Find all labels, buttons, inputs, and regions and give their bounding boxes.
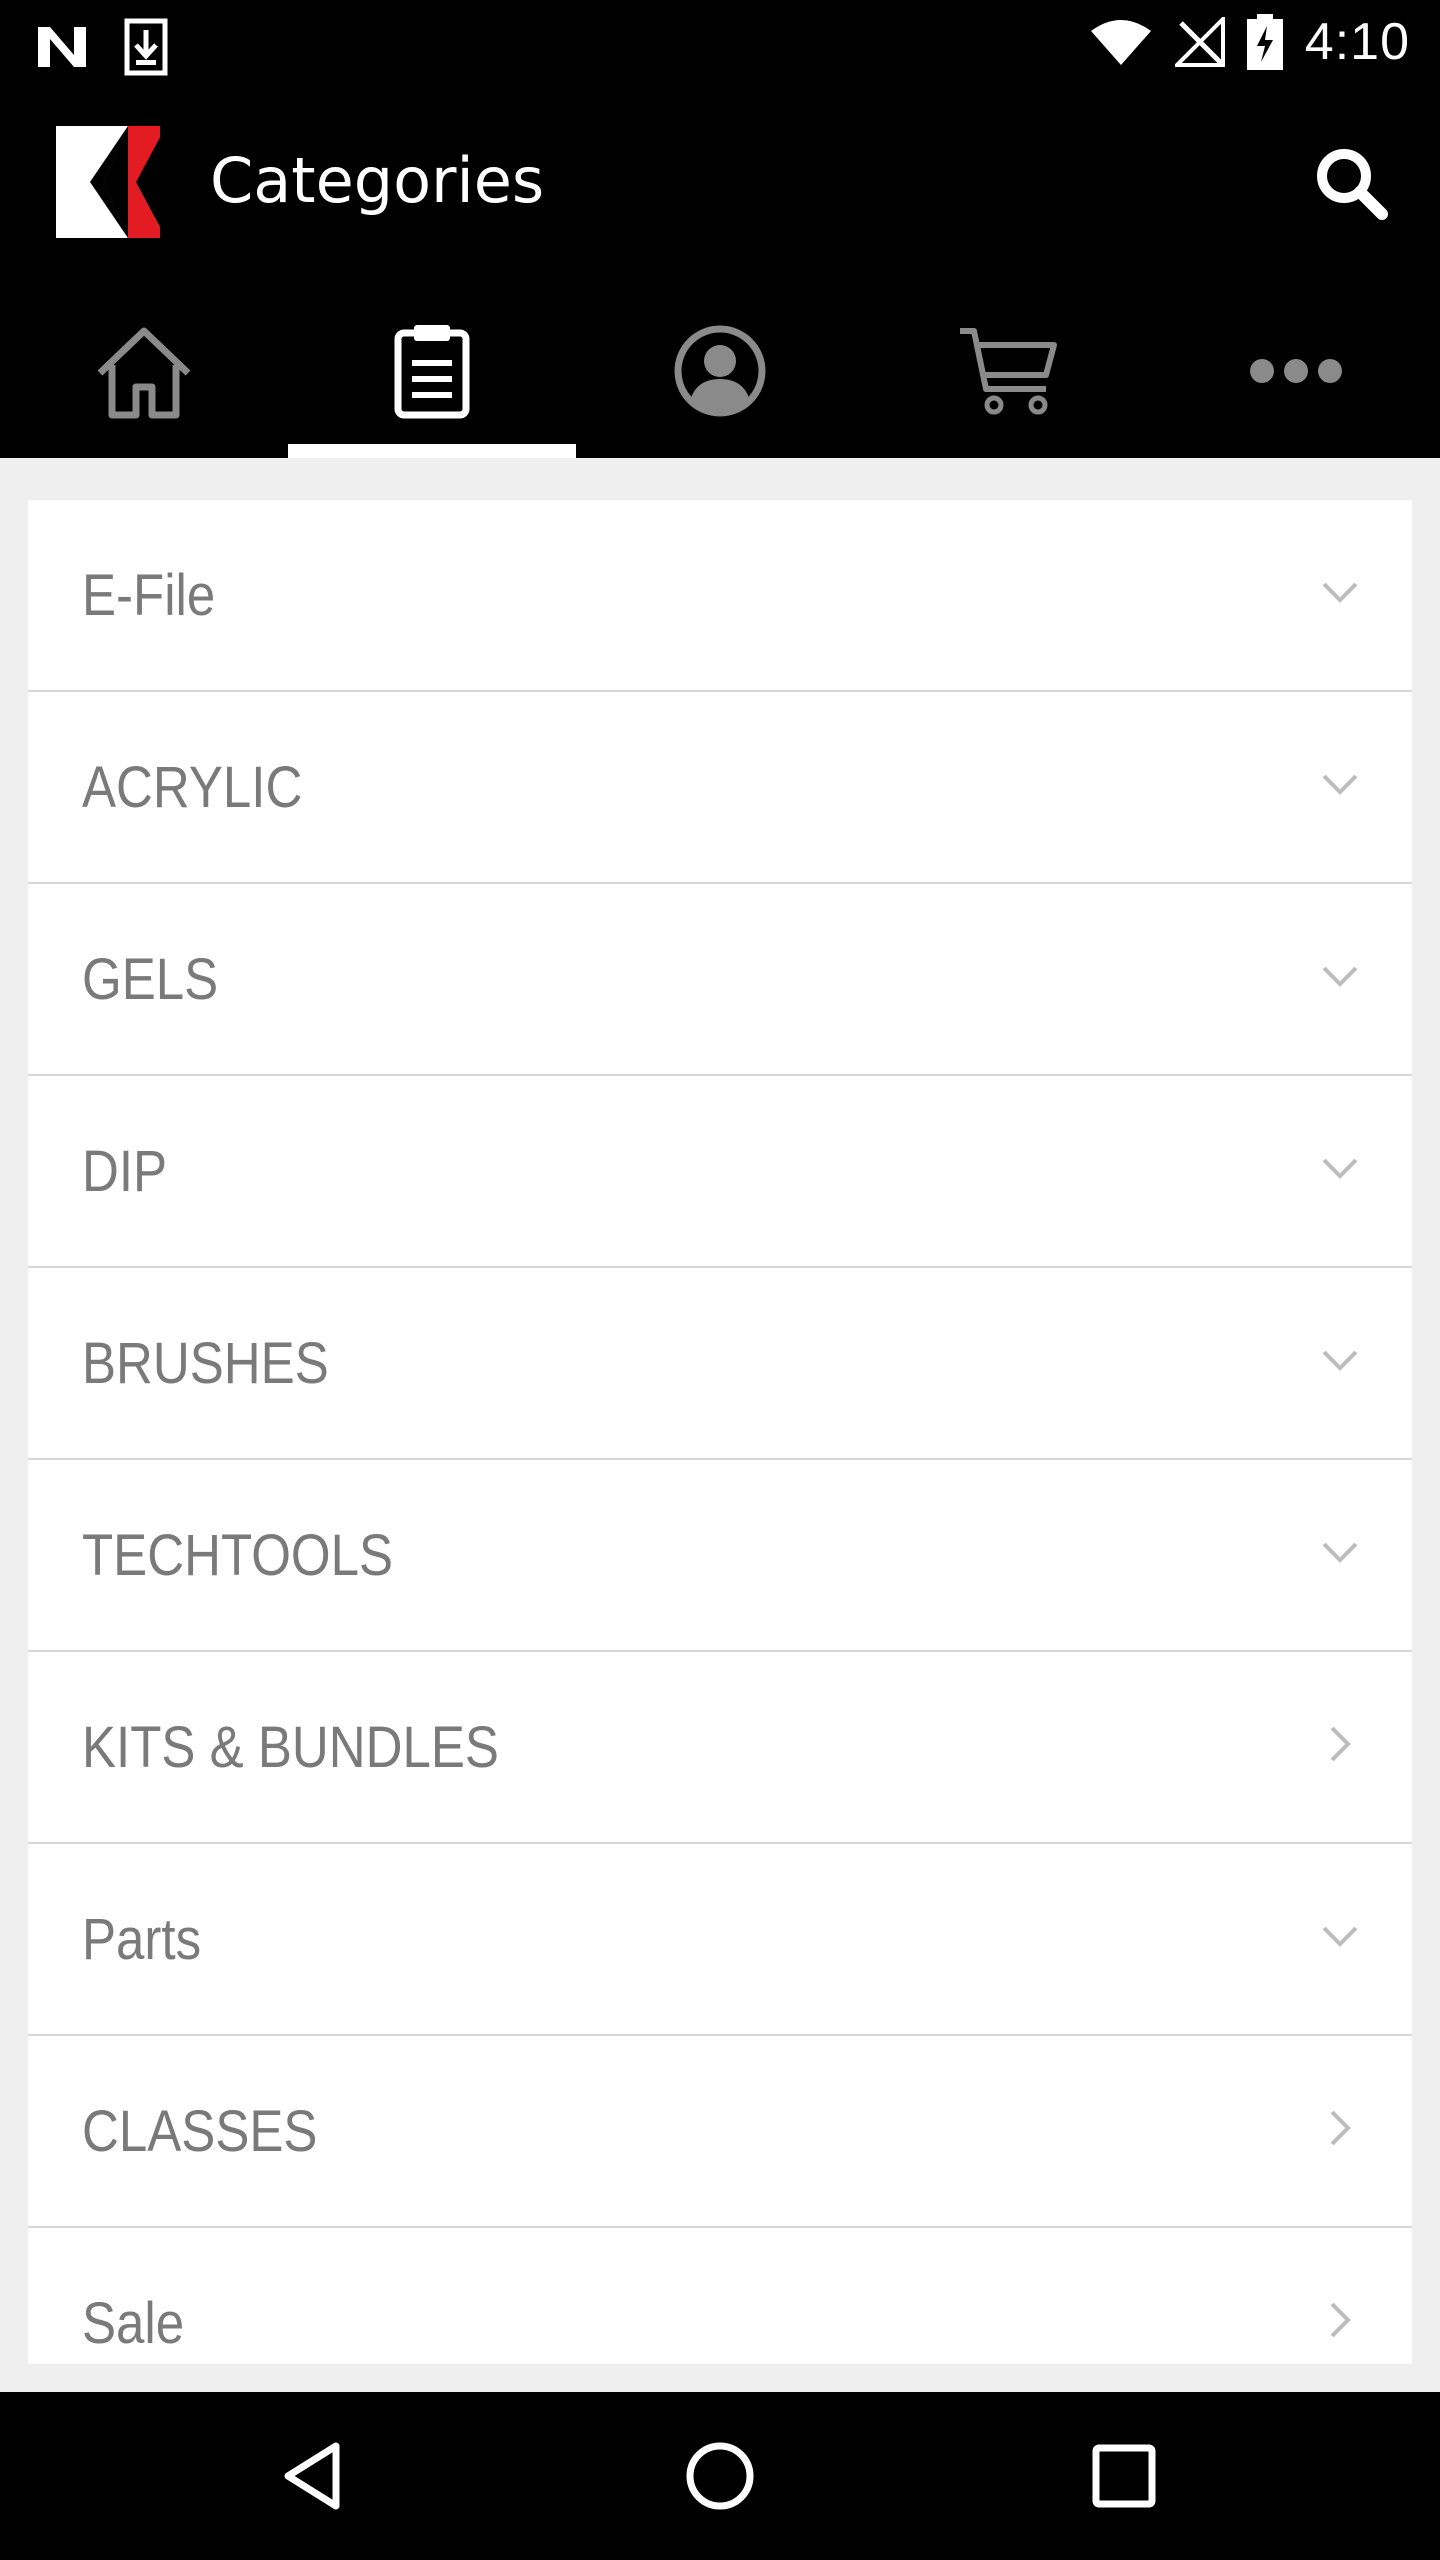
- home-icon: [97, 327, 191, 419]
- search-icon[interactable]: [1312, 144, 1390, 222]
- category-row-dip[interactable]: DIP: [28, 1076, 1412, 1268]
- category-label: GELS: [82, 947, 219, 1012]
- category-label: TECHTOOLS: [82, 1523, 394, 1588]
- tab-cart[interactable]: [864, 284, 1152, 458]
- tab-account[interactable]: [576, 284, 864, 458]
- wifi-icon: [1090, 20, 1151, 65]
- category-label: BRUSHES: [82, 1331, 329, 1396]
- home-circle-icon[interactable]: [680, 2436, 760, 2516]
- tab-more[interactable]: [1152, 284, 1440, 458]
- battery-charging-icon: [1246, 14, 1283, 70]
- chevron-down-icon: [1322, 774, 1358, 795]
- category-label: CLASSES: [82, 2099, 318, 2164]
- selected-tab-indicator: [288, 444, 576, 458]
- n-logo-icon: [38, 27, 86, 67]
- status-bar: 4:10: [0, 0, 1440, 84]
- category-row-e-file[interactable]: E-File: [28, 500, 1412, 692]
- category-label: E-File: [82, 563, 216, 628]
- page-title: Categories: [210, 144, 545, 217]
- category-row-brushes[interactable]: BRUSHES: [28, 1268, 1412, 1460]
- more-dots-icon: [1250, 359, 1342, 383]
- brand-logo[interactable]: [56, 126, 176, 238]
- category-row-gels[interactable]: GELS: [28, 884, 1412, 1076]
- category-row-techtools[interactable]: TECHTOOLS: [28, 1460, 1412, 1652]
- chevron-down-icon: [1322, 966, 1358, 987]
- status-time: 4:10: [1304, 13, 1410, 71]
- category-row-acrylic[interactable]: ACRYLIC: [28, 692, 1412, 884]
- chevron-down-icon: [1322, 1542, 1358, 1563]
- chevron-down-icon: [1322, 1926, 1358, 1947]
- download-icon: [124, 18, 168, 76]
- category-row-kits-bundles[interactable]: KITS & BUNDLES: [28, 1652, 1412, 1844]
- cart-icon: [960, 328, 1057, 415]
- tab-bar: [0, 284, 1440, 458]
- category-row-parts[interactable]: Parts: [28, 1844, 1412, 2036]
- back-icon[interactable]: [276, 2436, 356, 2516]
- chevron-right-icon: [1330, 2302, 1351, 2338]
- tab-categories[interactable]: [288, 284, 576, 458]
- chevron-down-icon: [1322, 582, 1358, 603]
- category-label: Sale: [82, 2291, 185, 2356]
- clipboard-list-icon: [394, 325, 470, 419]
- chevron-down-icon: [1322, 1350, 1358, 1371]
- category-list: E-File ACRYLIC GELS DIP BRUSHES TECHTOOL…: [28, 500, 1412, 2364]
- category-label: ACRYLIC: [82, 755, 303, 820]
- category-label: KITS & BUNDLES: [82, 1715, 499, 1780]
- chevron-right-icon: [1330, 2110, 1351, 2146]
- chevron-down-icon: [1322, 1158, 1358, 1179]
- app-bar: Categories: [0, 84, 1440, 284]
- no-signal-icon: [1174, 17, 1225, 67]
- category-label: DIP: [82, 1139, 168, 1204]
- category-label: Parts: [82, 1907, 202, 1972]
- recents-square-icon[interactable]: [1084, 2436, 1164, 2516]
- category-row-classes[interactable]: CLASSES: [28, 2036, 1412, 2228]
- category-row-sale[interactable]: Sale: [28, 2228, 1412, 2364]
- tab-home[interactable]: [0, 284, 288, 458]
- system-nav-bar: [0, 2392, 1440, 2560]
- user-circle-icon: [674, 325, 766, 417]
- chevron-right-icon: [1330, 1726, 1351, 1762]
